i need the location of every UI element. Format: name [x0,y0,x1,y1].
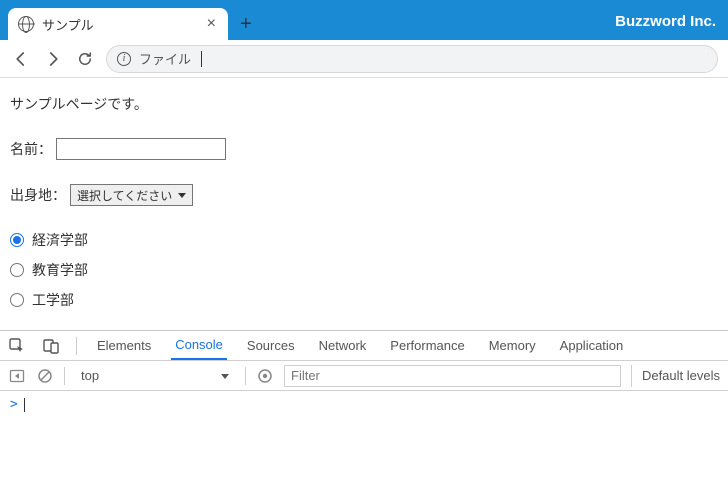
tab-performance[interactable]: Performance [386,331,468,360]
prompt-symbol: > [10,397,18,412]
tab-elements[interactable]: Elements [93,331,155,360]
levels-label: Default levels [642,368,720,383]
radio-label: 経済学部 [32,230,88,250]
radio-icon [10,293,24,307]
radio-option-education[interactable]: 教育学部 [10,260,718,280]
forward-button[interactable] [42,48,64,70]
radio-icon [10,233,24,247]
console-filter-input[interactable] [284,365,621,387]
globe-icon [18,16,34,32]
url-scheme: ファイル [139,49,191,68]
radio-label: 教育学部 [32,260,88,280]
name-input[interactable] [56,138,226,160]
page-content: サンプルページです。 名前： 出身地： 選択してください 経済学部 教育学部 工… [0,78,728,330]
name-row: 名前： [10,138,718,160]
text-cursor [201,51,202,67]
origin-select[interactable]: 選択してください [70,184,193,206]
text-cursor [24,398,25,412]
execution-context-select[interactable]: top [75,365,235,387]
devtools-panel: Elements Console Sources Network Perform… [0,330,728,500]
log-levels-select[interactable]: Default levels [631,365,720,387]
inspect-element-icon[interactable] [8,337,26,355]
device-toolbar-icon[interactable] [42,337,60,355]
radio-label: 工学部 [32,290,74,310]
department-radio-group: 経済学部 教育学部 工学部 [10,230,718,310]
devtools-tab-bar: Elements Console Sources Network Perform… [0,331,728,361]
address-bar: i ファイル [0,40,728,78]
new-tab-button[interactable]: + [228,13,264,40]
site-info-icon[interactable]: i [117,52,131,66]
browser-tab[interactable]: サンプル × [8,8,228,40]
back-button[interactable] [10,48,32,70]
radio-option-economics[interactable]: 経済学部 [10,230,718,250]
intro-text: サンプルページです。 [10,94,718,114]
separator [76,337,77,355]
origin-row: 出身地： 選択してください [10,184,718,206]
console-prompt[interactable]: > [10,397,718,412]
live-expression-icon[interactable] [256,367,274,385]
context-label: top [81,368,99,383]
tab-memory[interactable]: Memory [485,331,540,360]
radio-icon [10,263,24,277]
clear-console-icon[interactable] [36,367,54,385]
console-output[interactable]: > [0,391,728,500]
radio-option-engineering[interactable]: 工学部 [10,290,718,310]
separator [64,367,65,385]
tab-strip: サンプル × + [0,0,264,40]
browser-title-bar: サンプル × + Buzzword Inc. [0,0,728,40]
reload-button[interactable] [74,48,96,70]
tab-title: サンプル [42,15,197,34]
origin-label: 出身地： [10,185,66,205]
close-tab-button[interactable]: × [205,15,218,33]
tab-console[interactable]: Console [171,331,227,360]
sidebar-toggle-icon[interactable] [8,367,26,385]
console-filter-bar: top Default levels [0,361,728,391]
brand-label: Buzzword Inc. [615,13,728,40]
name-label: 名前： [10,139,52,159]
tab-sources[interactable]: Sources [243,331,299,360]
tab-network[interactable]: Network [315,331,371,360]
origin-selected: 選択してください [77,187,172,204]
url-field[interactable]: i ファイル [106,45,718,73]
separator [245,367,246,385]
tab-application[interactable]: Application [556,331,628,360]
